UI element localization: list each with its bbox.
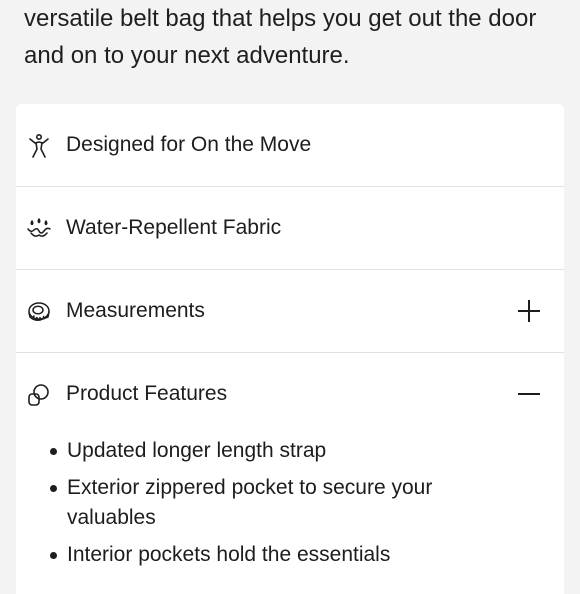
- list-item: Updated longer length strap: [16, 436, 564, 466]
- accordion-item-label: Water-Repellent Fabric: [66, 216, 282, 239]
- accordion-item-measurements[interactable]: Measurements: [16, 270, 564, 353]
- feature-text: Exterior zippered pocket to secure your …: [67, 476, 433, 529]
- product-description: versatile belt bag that helps you get ou…: [24, 5, 537, 69]
- person-stretch-icon: [26, 133, 52, 159]
- accordion-item-label: Product Features: [66, 382, 228, 405]
- shapes-icon: [26, 382, 52, 408]
- feature-text: Updated longer length strap: [67, 439, 327, 462]
- bullet-icon: [50, 485, 57, 492]
- accordion-item-label: Measurements: [66, 299, 205, 322]
- accordion-item-label: Designed for On the Move: [66, 133, 312, 156]
- measuring-tape-icon: [26, 299, 52, 325]
- expand-plus-icon[interactable]: [516, 298, 542, 324]
- list-item: Interior pockets hold the essentials: [16, 540, 564, 570]
- collapse-minus-icon[interactable]: [516, 381, 542, 407]
- accordion-item-designed-for-on-the-move[interactable]: Designed for On the Move: [16, 104, 564, 187]
- product-features-list: Updated longer length strap Exterior zip…: [16, 436, 564, 577]
- bullet-icon: [50, 552, 57, 559]
- feature-text: Interior pockets hold the essentials: [67, 543, 391, 566]
- water-drops-icon: [26, 216, 52, 242]
- product-details-accordion: Designed for On the Move Water-Repellent…: [16, 104, 564, 594]
- accordion-item-water-repellent-fabric[interactable]: Water-Repellent Fabric: [16, 187, 564, 270]
- accordion-item-product-features[interactable]: Product Features: [16, 353, 564, 436]
- list-item: Exterior zippered pocket to secure your …: [16, 473, 564, 533]
- bullet-icon: [50, 448, 57, 455]
